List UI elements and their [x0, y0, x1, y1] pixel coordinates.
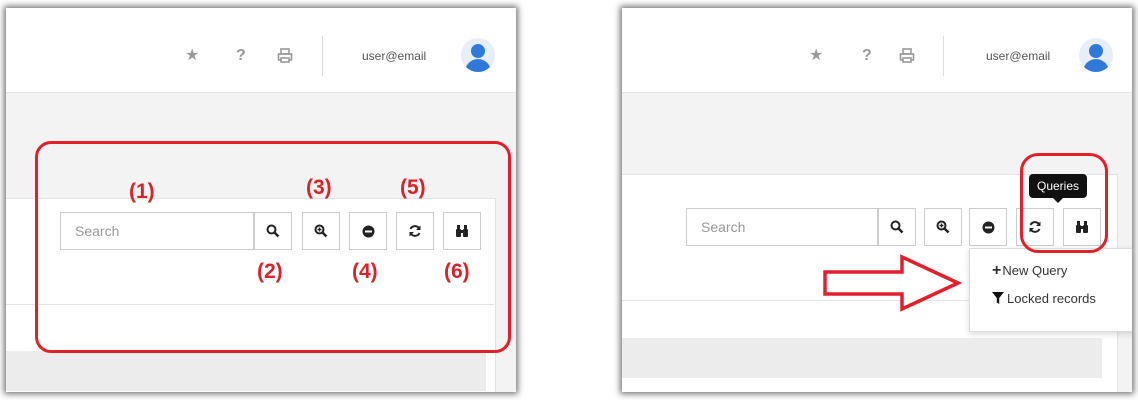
callout-3: (3)	[306, 176, 332, 199]
annotation-highlight-toolbar	[35, 141, 511, 353]
printer-icon[interactable]	[277, 48, 293, 68]
plus-icon: +	[992, 262, 1002, 279]
header-divider	[943, 36, 944, 76]
callout-4: (4)	[352, 260, 378, 283]
user-email[interactable]: user@email	[986, 49, 1050, 63]
filter-icon	[992, 292, 1004, 304]
top-header-bar: ★ ? user@email	[622, 8, 1132, 93]
callout-2: (2)	[257, 260, 283, 283]
table-row-placeholder	[6, 351, 486, 391]
search-input[interactable]	[686, 208, 878, 246]
minus-circle-icon	[982, 221, 994, 233]
annotation-highlight-queries	[1020, 153, 1108, 253]
star-icon[interactable]: ★	[809, 48, 823, 64]
user-avatar[interactable]	[461, 38, 495, 72]
printer-icon[interactable]	[899, 48, 915, 68]
menu-item-new-query[interactable]: +New Query	[992, 262, 1067, 280]
clear-button[interactable]	[969, 208, 1007, 246]
user-avatar[interactable]	[1079, 38, 1113, 72]
screenshot-panel-toolbar: ★ ? user@email (1) (2) (3) (4) (5) (6)	[6, 8, 516, 392]
table-row-placeholder	[622, 338, 1102, 378]
callout-1: (1)	[129, 180, 155, 203]
callout-5: (5)	[400, 176, 426, 199]
queries-dropdown-menu: +New Query Locked records	[969, 248, 1132, 332]
help-icon[interactable]: ?	[862, 48, 872, 64]
annotation-arrow-right	[823, 254, 962, 312]
screenshot-panel-queries-menu: ★ ? user@email Queries +New Query Locked…	[622, 8, 1132, 392]
top-header-bar: ★ ? user@email	[6, 8, 516, 93]
search-button[interactable]	[878, 208, 916, 246]
menu-item-locked-records[interactable]: Locked records	[992, 291, 1096, 306]
zoom-in-icon	[936, 220, 950, 234]
header-divider	[322, 36, 323, 76]
callout-6: (6)	[444, 260, 470, 283]
zoom-in-button[interactable]	[924, 208, 962, 246]
star-icon[interactable]: ★	[185, 48, 199, 64]
help-icon[interactable]: ?	[236, 48, 246, 64]
user-email[interactable]: user@email	[362, 49, 426, 63]
search-icon	[890, 220, 904, 234]
